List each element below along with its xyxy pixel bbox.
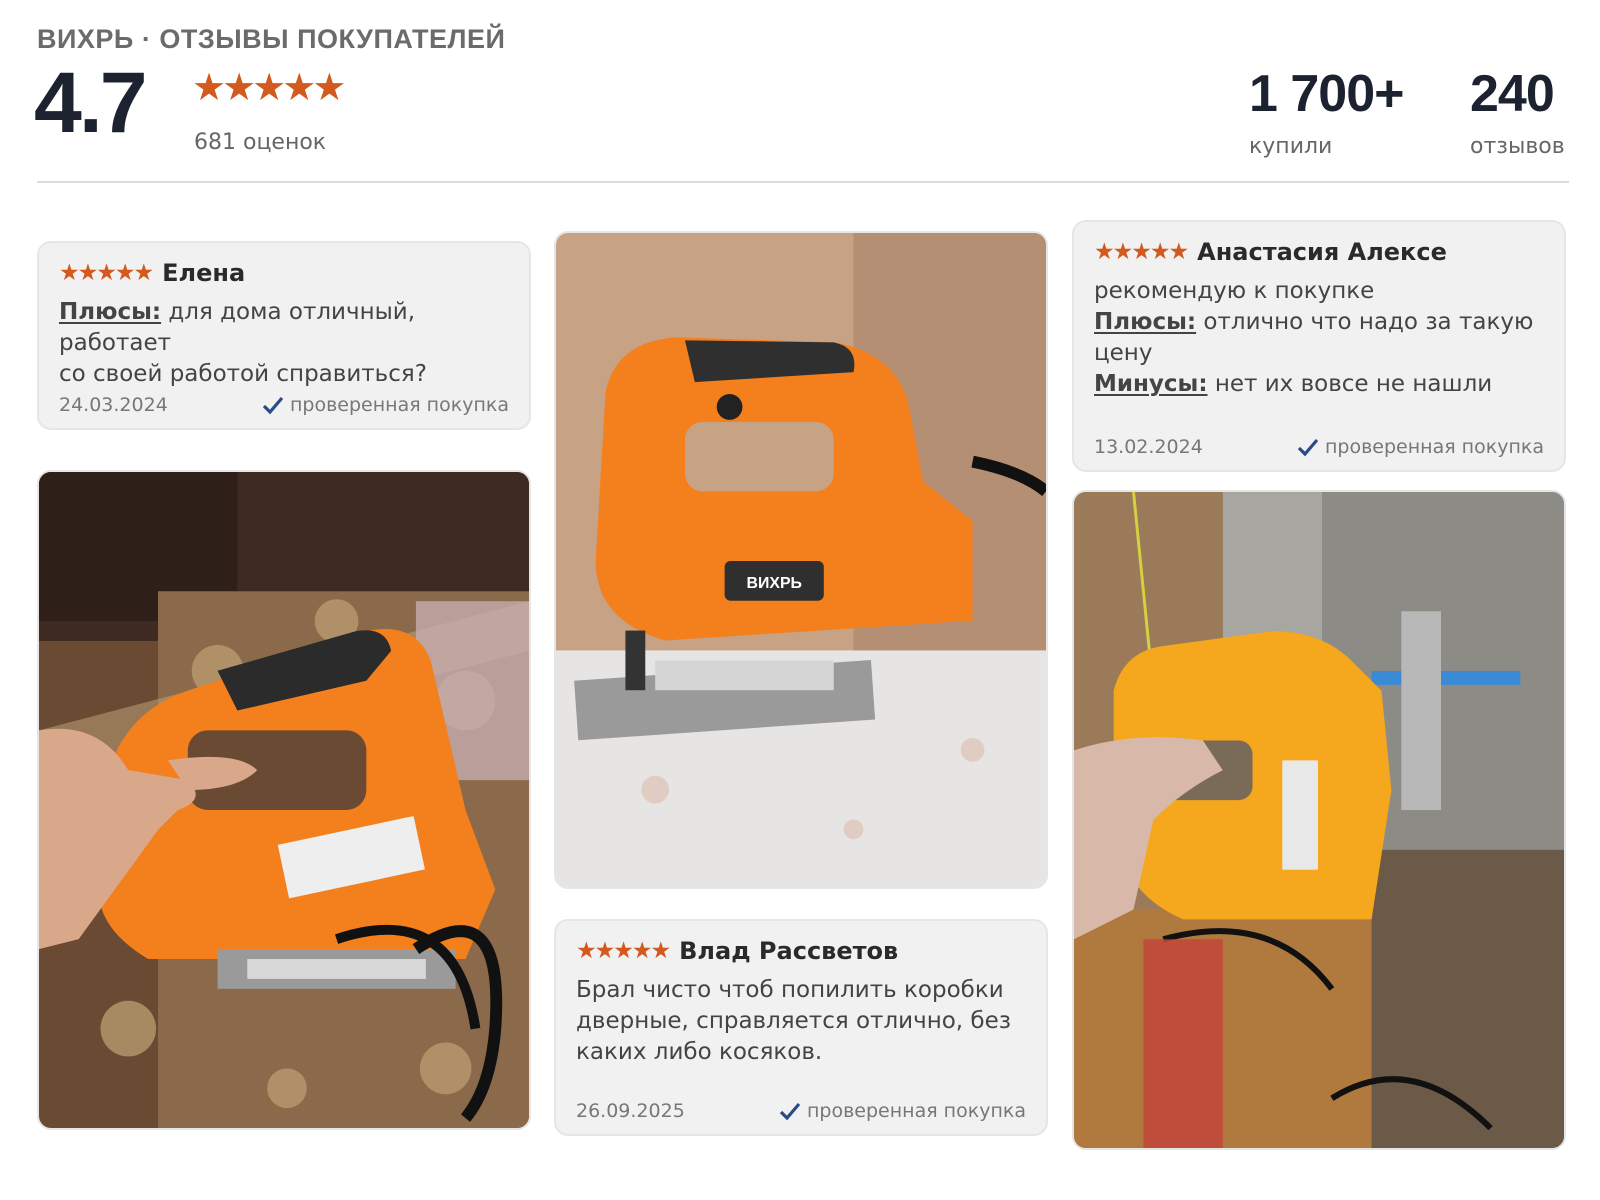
reviewer-name: Анастасия Алексе: [1197, 238, 1447, 266]
review-card: ★★★★★ Влад Рассветов Брал чисто чтоб поп…: [554, 919, 1048, 1136]
star-icon: ★: [576, 937, 597, 964]
ratings-count: 681 оценок: [194, 130, 327, 155]
average-rating: 4.7: [34, 55, 148, 151]
cons-label: Минусы:: [1094, 371, 1208, 397]
star-icon: ★: [1149, 238, 1171, 265]
brand-logo-text: ВИХРЬ: [747, 575, 802, 592]
star-icon: ★: [650, 937, 672, 964]
checkmark-icon: [1297, 438, 1319, 457]
star-icon: ★: [96, 259, 117, 286]
star-icon: ★: [133, 259, 155, 286]
jigsaw-photo-1: [39, 472, 529, 1128]
verified-badge: проверенная покупка: [262, 394, 509, 416]
star-icon: ★: [631, 937, 653, 964]
review-card: ★★★★★ Анастасия Алексе рекомендую к поку…: [1072, 220, 1566, 472]
star-icon: ★: [282, 65, 316, 109]
review-text-line: каких либо косяков.: [576, 1039, 823, 1065]
rating-stars: ★★★★★: [192, 65, 346, 109]
review-photo[interactable]: ВИХРЬ: [554, 231, 1048, 889]
jigsaw-photo-3: [1074, 492, 1564, 1148]
reviewer-name: Влад Рассветов: [679, 937, 899, 965]
star-icon: ★: [1168, 238, 1190, 265]
review-text-line: цену: [1094, 340, 1153, 366]
review-date: 26.09.2025: [576, 1100, 685, 1122]
star-icon: ★: [77, 259, 99, 286]
star-icon: ★: [114, 259, 136, 286]
verified-badge: проверенная покупка: [1297, 436, 1544, 458]
stat-reviews: 240 отзывов: [1470, 68, 1565, 159]
verified-badge: проверенная покупка: [779, 1100, 1026, 1122]
reviewer-name: Елена: [162, 259, 246, 287]
header-divider: [37, 181, 1569, 183]
review-text-line: Плюсы: отлично что надо за такую: [1094, 309, 1534, 335]
review-text-line: Минусы: нет их вовсе не нашли: [1094, 371, 1493, 397]
review-stars: ★★★★★: [59, 259, 155, 286]
review-text-line: Плюсы: для дома отличный, работает: [59, 299, 416, 356]
star-icon: ★: [1094, 238, 1115, 265]
star-icon: ★: [312, 65, 346, 109]
review-text-line: дверные, справляется отлично, без: [576, 1008, 1011, 1034]
pros-label: Плюсы:: [1094, 309, 1197, 335]
pros-label: Плюсы:: [59, 299, 162, 325]
stat-bought: 1 700+ купили: [1249, 68, 1404, 159]
star-icon: ★: [594, 937, 616, 964]
review-stars: ★★★★★: [576, 937, 672, 964]
review-text-line: Брал чисто чтоб попилить коробки: [576, 977, 1004, 1003]
review-date: 24.03.2024: [59, 394, 168, 416]
star-icon: ★: [613, 937, 634, 964]
stat-bought-value: 1 700+: [1249, 65, 1404, 123]
star-icon: ★: [252, 65, 286, 109]
review-stars: ★★★★★: [1094, 238, 1190, 265]
stat-bought-label: купили: [1249, 134, 1333, 159]
review-text-line: со своей работой справиться?: [59, 361, 427, 387]
review-card: ★★★★★ Елена Плюсы: для дома отличный, ра…: [37, 241, 531, 430]
stat-reviews-value: 240: [1470, 65, 1555, 123]
checkmark-icon: [262, 396, 284, 415]
review-date: 13.02.2024: [1094, 436, 1203, 458]
stat-reviews-label: отзывов: [1470, 134, 1565, 159]
star-icon: ★: [1112, 238, 1134, 265]
review-photo[interactable]: [1072, 490, 1566, 1150]
star-icon: ★: [1131, 238, 1152, 265]
page-title: ВИХРЬ · ОТЗЫВЫ ПОКУПАТЕЛЕЙ: [37, 24, 506, 54]
star-icon: ★: [192, 65, 226, 109]
review-photo[interactable]: [37, 470, 531, 1130]
star-icon: ★: [222, 65, 256, 109]
checkmark-icon: [779, 1102, 801, 1121]
star-icon: ★: [59, 259, 80, 286]
review-text-line: рекомендую к покупке: [1094, 278, 1375, 304]
jigsaw-photo-2: ВИХРЬ: [556, 233, 1046, 887]
